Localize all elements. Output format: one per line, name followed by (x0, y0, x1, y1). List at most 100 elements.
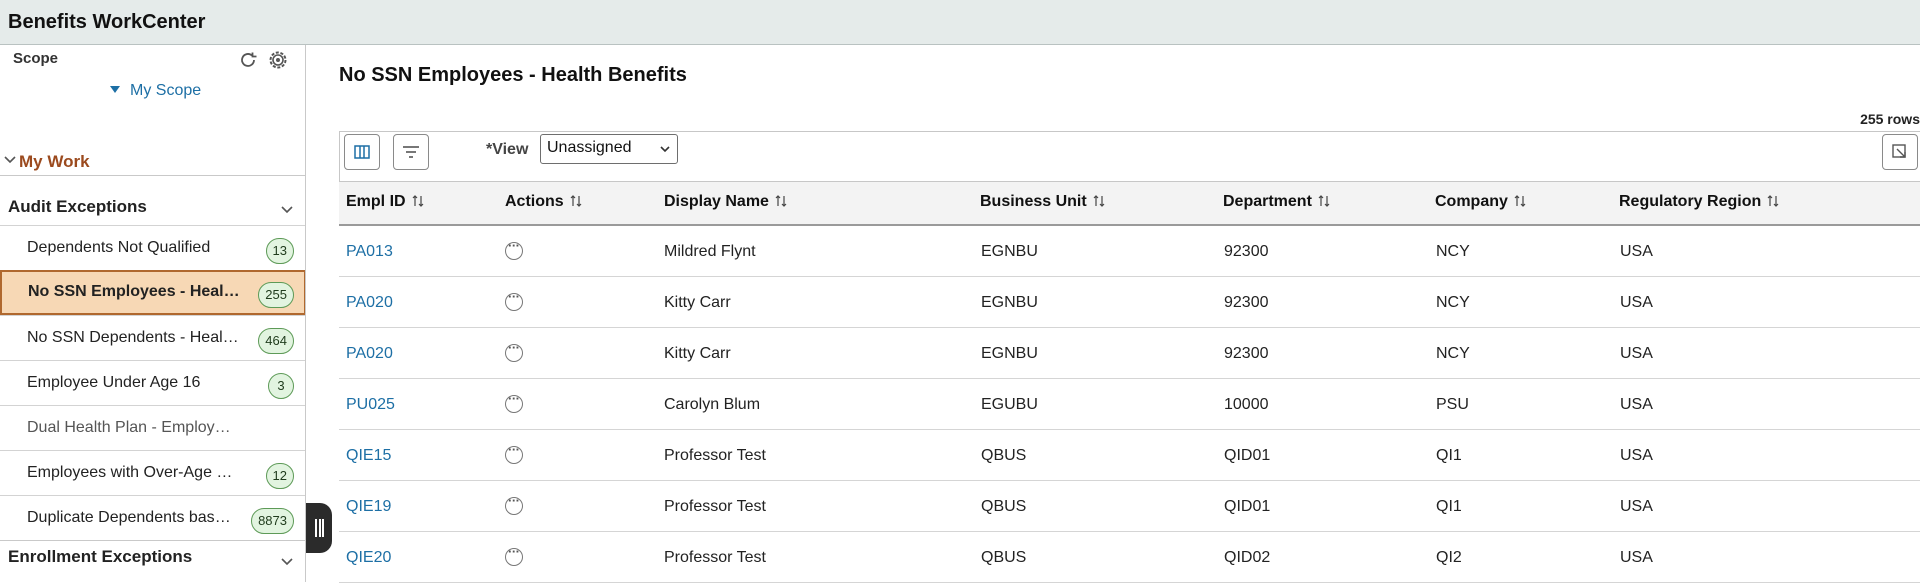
actions-ellipsis-icon[interactable] (505, 391, 523, 413)
scope-actions (237, 49, 289, 71)
department-cell: QID01 (1224, 447, 1271, 464)
actions-ellipsis-icon[interactable] (505, 238, 523, 260)
view-select[interactable]: Unassigned (540, 134, 678, 164)
count-badge: 255 (258, 282, 294, 308)
empl-id-link[interactable]: PU025 (346, 396, 395, 414)
sort-icon (775, 195, 787, 207)
actions-ellipsis-icon[interactable] (505, 544, 523, 566)
group-label: Enrollment Exceptions (8, 547, 193, 566)
empl-id-link[interactable]: QIE19 (346, 498, 391, 516)
count-badge: 8873 (251, 508, 294, 534)
gear-icon[interactable] (267, 49, 289, 71)
display-name-cell: Mildred Flynt (664, 243, 756, 260)
chevron-down-icon (4, 156, 16, 164)
my-work-header[interactable]: My Work (0, 148, 305, 176)
sort-icon (1767, 195, 1779, 207)
region-cell: USA (1620, 447, 1653, 464)
business-unit-cell: QBUS (981, 447, 1027, 464)
actions-ellipsis-icon[interactable] (505, 289, 523, 311)
column-header-business-unit[interactable]: Business Unit (980, 193, 1105, 211)
empl-id-link[interactable]: PA013 (346, 243, 393, 261)
worklist-item-no-ssn-dependents[interactable]: No SSN Dependents - Health Benefits 464 (0, 315, 305, 360)
header-bar: Benefits WorkCenter (0, 0, 1920, 45)
column-header-actions[interactable]: Actions (505, 193, 582, 211)
empl-id-link[interactable]: QIE20 (346, 549, 391, 567)
worklist-item-label: Employees with Over-Age Dependents (27, 464, 242, 481)
row-count: 255 rows (1860, 111, 1920, 127)
display-name-cell: Professor Test (664, 447, 766, 464)
table-row: PA020 Kitty Carr EGNBU 92300 NCY USA (339, 328, 1920, 379)
my-scope-label: My Scope (130, 82, 202, 99)
my-work-label: My Work (19, 152, 90, 171)
table-row: QIE20 Professor Test QBUS QID02 QI2 USA (339, 532, 1920, 583)
column-header-empl-id[interactable]: Empl ID (346, 193, 424, 211)
group-enrollment-exceptions[interactable]: Enrollment Exceptions (0, 540, 305, 578)
column-header-company[interactable]: Company (1435, 193, 1526, 211)
page-title: No SSN Employees - Health Benefits (339, 64, 687, 86)
column-chooser-button[interactable] (344, 134, 380, 170)
count-badge: 13 (265, 238, 294, 264)
count-badge: 464 (258, 328, 294, 354)
display-name-cell: Professor Test (664, 549, 766, 566)
worklist-item-label: Dependents Not Qualified (27, 239, 211, 256)
department-cell: QID01 (1224, 498, 1271, 515)
worklist-item-label: Dual Health Plan - Employee Coverage (27, 419, 237, 436)
chevron-down-icon (281, 558, 293, 566)
sort-icon (1093, 195, 1105, 207)
empl-id-link[interactable]: PA020 (346, 345, 393, 363)
company-cell: NCY (1436, 294, 1470, 311)
worklist-item-duplicate-dependents[interactable]: Duplicate Dependents based on SSN 8873 (0, 495, 305, 540)
count-badge: 3 (268, 373, 294, 399)
department-cell: 92300 (1224, 345, 1269, 362)
columns-icon (354, 145, 370, 159)
table-row: PA020 Kitty Carr EGNBU 92300 NCY USA (339, 277, 1920, 328)
caret-down-icon (110, 86, 120, 93)
count-badge: 12 (265, 463, 294, 489)
company-cell: NCY (1436, 345, 1470, 362)
refresh-icon[interactable] (237, 49, 259, 71)
region-cell: USA (1620, 549, 1653, 566)
department-cell: QID02 (1224, 549, 1271, 566)
chevron-down-icon (281, 206, 293, 214)
worklist-item-label: No SSN Dependents - Health Benefits (27, 329, 242, 346)
export-icon (1892, 144, 1906, 158)
empl-id-link[interactable]: PA020 (346, 294, 393, 312)
main-panel: No SSN Employees - Health Benefits 255 r… (307, 45, 1920, 583)
department-cell: 92300 (1224, 294, 1269, 311)
actions-ellipsis-icon[interactable] (505, 340, 523, 362)
empl-id-link[interactable]: QIE15 (346, 447, 391, 465)
worklist-item-over-age-dependents[interactable]: Employees with Over-Age Dependents 12 (0, 450, 305, 495)
table-row: QIE15 Professor Test QBUS QID01 QI1 USA (339, 430, 1920, 481)
actions-ellipsis-icon[interactable] (505, 442, 523, 464)
sort-icon (412, 195, 423, 207)
worklist-item-label: No SSN Employees - Health Benefits (28, 283, 243, 300)
company-cell: NCY (1436, 243, 1470, 260)
filter-button[interactable] (393, 134, 429, 170)
export-button[interactable] (1882, 134, 1918, 170)
display-name-cell: Kitty Carr (664, 294, 731, 311)
display-name-cell: Kitty Carr (664, 345, 731, 362)
business-unit-cell: EGNBU (981, 243, 1038, 260)
business-unit-cell: EGNBU (981, 294, 1038, 311)
department-cell: 10000 (1224, 396, 1269, 413)
column-header-display-name[interactable]: Display Name (664, 193, 787, 211)
business-unit-cell: EGUBU (981, 396, 1038, 413)
table-row: PA013 Mildred Flynt EGNBU 92300 NCY USA (339, 226, 1920, 277)
worklist-item-dual-health-plan[interactable]: Dual Health Plan - Employee Coverage (0, 405, 305, 450)
region-cell: USA (1620, 498, 1653, 515)
group-audit-exceptions[interactable]: Audit Exceptions (0, 187, 305, 225)
worklist-item-dependents-not-qualified[interactable]: Dependents Not Qualified 13 (0, 225, 305, 270)
filter-icon (403, 146, 419, 158)
column-header-regulatory-region[interactable]: Regulatory Region (1619, 193, 1779, 211)
worklist-item-no-ssn-employees[interactable]: No SSN Employees - Health Benefits 255 (0, 270, 305, 315)
worklist-item-employee-under-16[interactable]: Employee Under Age 16 3 (0, 360, 305, 405)
scope-label: Scope (13, 50, 59, 67)
business-unit-cell: QBUS (981, 498, 1027, 515)
actions-ellipsis-icon[interactable] (505, 493, 523, 515)
table-row: PU025 Carolyn Blum EGUBU 10000 PSU USA (339, 379, 1920, 430)
my-scope-link[interactable]: My Scope (110, 82, 201, 100)
region-cell: USA (1620, 396, 1653, 413)
sort-icon (1514, 195, 1526, 207)
column-header-department[interactable]: Department (1223, 193, 1330, 211)
display-name-cell: Professor Test (664, 498, 766, 515)
